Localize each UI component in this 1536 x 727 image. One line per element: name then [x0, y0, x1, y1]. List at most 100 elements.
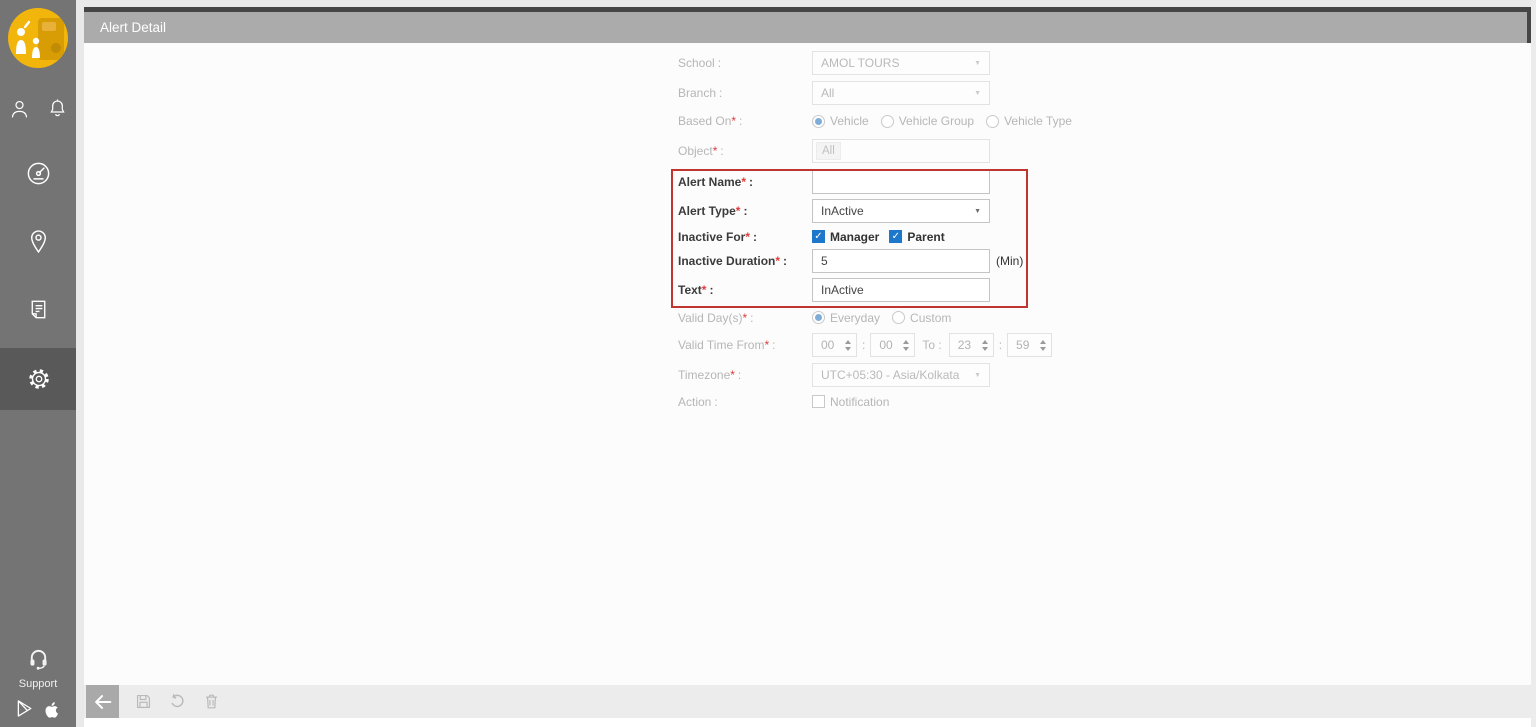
arrow-left-icon	[92, 691, 114, 713]
app-logo[interactable]	[8, 8, 68, 68]
chevron-down-icon: ▼	[974, 372, 981, 379]
bell-icon	[47, 96, 68, 121]
user-icon	[9, 97, 30, 121]
delete-button[interactable]	[201, 692, 221, 712]
right-gutter	[1531, 0, 1536, 727]
valid-days-label: Valid Day(s)*:	[678, 311, 812, 325]
row-timezone: Timezone*: UTC+05:30 - Asia/Kolkata▼	[678, 363, 990, 387]
school-bus-logo-icon	[8, 8, 68, 68]
back-button[interactable]	[86, 685, 119, 718]
google-play-glyph	[14, 698, 35, 719]
speedometer-icon	[25, 160, 52, 187]
action-checkbox-notification: Notification	[812, 395, 889, 409]
object-chip: All	[816, 142, 841, 160]
refresh-button[interactable]	[167, 692, 187, 712]
row-alert-name: Alert Name*:	[678, 170, 990, 194]
valid-time-label: Valid Time From*:	[678, 338, 812, 352]
from-minute-stepper: 00	[870, 333, 915, 357]
valid-days-radio-custom: Custom	[892, 311, 951, 325]
row-based-on: Based On*: Vehicle Vehicle Group Vehicle…	[678, 111, 1084, 131]
apple-glyph	[42, 698, 62, 721]
inactive-for-label: Inactive For*:	[678, 230, 812, 244]
inactive-duration-label: Inactive Duration*:	[678, 254, 812, 268]
row-valid-days: Valid Day(s)*: Everyday Custom	[678, 309, 963, 326]
from-hour-stepper: 00	[812, 333, 857, 357]
based-on-label: Based On*:	[678, 114, 812, 128]
app-store-icon[interactable]	[42, 698, 62, 726]
row-inactive-duration: Inactive Duration*: (Min)	[678, 249, 1023, 273]
valid-days-radio-everyday: Everyday	[812, 311, 880, 325]
sidebar-item-users[interactable]	[9, 97, 30, 126]
sidebar-item-notifications[interactable]	[47, 96, 68, 126]
row-school: School: AMOL TOURS▼	[678, 51, 990, 75]
report-document-icon	[27, 296, 50, 323]
left-gutter	[76, 0, 84, 727]
row-valid-time: Valid Time From*: 00 : 00 To : 23 : 59	[678, 333, 1052, 357]
panel-header: Alert Detail	[84, 12, 1531, 43]
chevron-down-icon: ▼	[974, 90, 981, 97]
inactive-for-checkbox-parent[interactable]: ✓Parent	[889, 230, 944, 244]
alert-name-input[interactable]	[812, 170, 990, 194]
to-label: To :	[922, 338, 941, 352]
based-on-radio-vehicle-type: Vehicle Type	[986, 114, 1072, 128]
inactive-duration-input[interactable]	[812, 249, 990, 273]
stepper-arrows-icon	[1040, 340, 1046, 351]
page-title: Alert Detail	[100, 20, 166, 35]
main-panel: Alert Detail School: AMOL TOURS▼ Branch:…	[84, 7, 1531, 718]
row-branch: Branch: All▼	[678, 81, 990, 105]
timezone-label: Timezone*:	[678, 368, 812, 382]
row-action: Action: Notification	[678, 393, 899, 410]
sidebar-item-settings[interactable]	[0, 348, 76, 410]
timezone-select: UTC+05:30 - Asia/Kolkata▼	[812, 363, 990, 387]
text-label: Text*:	[678, 283, 812, 297]
school-select: AMOL TOURS▼	[812, 51, 990, 75]
form-toolbar	[84, 685, 1531, 718]
google-play-icon[interactable]	[14, 698, 35, 726]
based-on-radio-vehicle: Vehicle	[812, 114, 869, 128]
trash-icon	[202, 692, 221, 711]
based-on-radio-vehicle-group: Vehicle Group	[881, 114, 974, 128]
school-label: School:	[678, 56, 812, 70]
object-multiselect: All	[812, 139, 990, 163]
save-button[interactable]	[133, 692, 153, 712]
chevron-down-icon: ▼	[974, 60, 981, 67]
action-label: Action:	[678, 395, 812, 409]
top-strip	[84, 0, 1531, 7]
inactive-for-checkbox-manager[interactable]: ✓Manager	[812, 230, 879, 244]
chevron-down-icon: ▼	[974, 208, 981, 215]
row-text: Text*:	[678, 278, 990, 302]
branch-label: Branch:	[678, 86, 812, 100]
to-hour-stepper: 23	[949, 333, 994, 357]
checkbox-unchecked-icon	[812, 395, 825, 408]
refresh-icon	[168, 692, 187, 711]
support-label: Support	[0, 678, 76, 690]
map-pin-icon	[26, 228, 51, 256]
object-label: Object*:	[678, 144, 812, 158]
stepper-arrows-icon	[845, 340, 851, 351]
sidebar: Support	[0, 0, 76, 727]
stepper-arrows-icon	[903, 340, 909, 351]
alert-name-label: Alert Name*:	[678, 175, 812, 189]
sidebar-item-dashboard[interactable]	[25, 160, 52, 192]
stepper-arrows-icon	[982, 340, 988, 351]
alert-type-label: Alert Type*:	[678, 204, 812, 218]
gear-icon	[26, 365, 52, 393]
to-minute-stepper: 59	[1007, 333, 1052, 357]
row-inactive-for: Inactive For*: ✓Manager ✓Parent	[678, 228, 955, 245]
text-input[interactable]	[812, 278, 990, 302]
save-icon	[134, 692, 153, 711]
branch-select: All▼	[812, 81, 990, 105]
headset-icon	[26, 648, 51, 671]
sidebar-item-reports[interactable]	[27, 296, 50, 328]
row-object: Object*: All	[678, 139, 990, 163]
checkbox-checked-icon: ✓	[812, 230, 825, 243]
time-separator: :	[862, 338, 865, 352]
sidebar-item-live-tracking[interactable]	[26, 228, 51, 261]
alert-type-select[interactable]: InActive▼	[812, 199, 990, 223]
checkbox-checked-icon: ✓	[889, 230, 902, 243]
row-alert-type: Alert Type*: InActive▼	[678, 199, 990, 223]
duration-unit-label: (Min)	[996, 254, 1023, 268]
alert-detail-form: School: AMOL TOURS▼ Branch: All▼ Based O…	[84, 43, 1531, 685]
time-separator: :	[999, 338, 1002, 352]
sidebar-item-support[interactable]: Support	[0, 648, 76, 690]
